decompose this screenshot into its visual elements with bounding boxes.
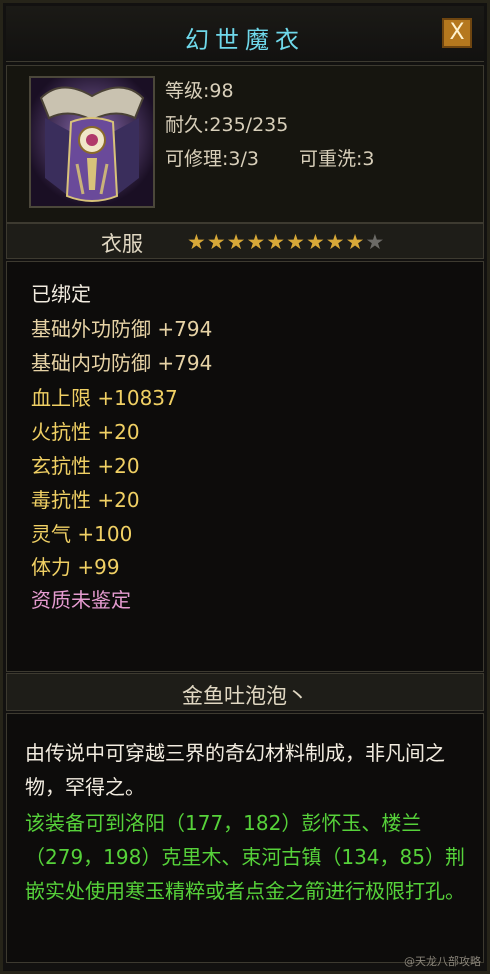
rewash-stat: 可重洗:3 xyxy=(298,148,375,170)
item-portrait xyxy=(29,76,155,208)
repairable-stat: 可修理:3/3 xyxy=(165,148,259,170)
close-button[interactable]: X xyxy=(442,18,472,48)
level-stat: 等级:98 xyxy=(165,80,234,102)
attr-poison-resist: 毒抗性 +20 xyxy=(31,488,140,512)
maker-bar: 金鱼吐泡泡丶 xyxy=(6,673,484,711)
star-empty-icon: ★ xyxy=(365,230,386,254)
durability-stat: 耐久:235/235 xyxy=(165,114,289,136)
description-lore: 由传说中可穿越三界的奇幻材料制成，非凡间之物，罕得之。 xyxy=(25,741,445,799)
watermark: @天龙八部攻略 xyxy=(404,955,481,968)
attribute-list: 已绑定 基础外功防御 +794 基础内功防御 +794 血上限 +10837 火… xyxy=(6,261,484,672)
attr-stamina: 体力 +99 xyxy=(31,555,120,579)
stats-block: 等级:98 耐久:235/235 可修理:3/3 可重洗:3 xyxy=(165,74,374,176)
attr-bound: 已绑定 xyxy=(31,282,91,306)
attr-fire-resist: 火抗性 +20 xyxy=(31,420,140,444)
attr-mystic-resist: 玄抗性 +20 xyxy=(31,454,140,478)
item-tooltip: 幻世魔衣 X 等级:98 耐久:235/235 可修理:3/3 可重洗:3 衣服… xyxy=(0,0,490,974)
attr-inner-defense: 基础内功防御 +794 xyxy=(31,351,213,375)
description-panel: 由传说中可穿越三界的奇幻材料制成，非凡间之物，罕得之。 该装备可到洛阳（177，… xyxy=(6,713,484,963)
attr-max-hp: 血上限 +10837 xyxy=(31,386,178,410)
repair-rewash-row: 可修理:3/3 可重洗:3 xyxy=(165,142,374,176)
title-bar: 幻世魔衣 X xyxy=(6,6,484,62)
item-type: 衣服 xyxy=(101,232,143,256)
star-filled-icons: ★★★★★★★★★ xyxy=(187,230,366,254)
attr-outer-defense: 基础外功防御 +794 xyxy=(31,317,213,341)
attr-spirit: 灵气 +100 xyxy=(31,522,133,546)
maker-name: 金鱼吐泡泡丶 xyxy=(182,684,308,708)
item-type-bar: 衣服 ★★★★★★★★★★ xyxy=(6,223,484,259)
attr-aptitude: 资质未鉴定 xyxy=(31,588,131,612)
item-header: 等级:98 耐久:235/235 可修理:3/3 可重洗:3 xyxy=(6,65,484,223)
armor-icon xyxy=(31,78,153,206)
star-rating: ★★★★★★★★★★ xyxy=(187,230,385,254)
description-socket-info: 该装备可到洛阳（177，182）彭怀玉、楼兰（279，198）克里木、束河古镇（… xyxy=(25,811,465,903)
item-title: 幻世魔衣 xyxy=(185,26,305,54)
